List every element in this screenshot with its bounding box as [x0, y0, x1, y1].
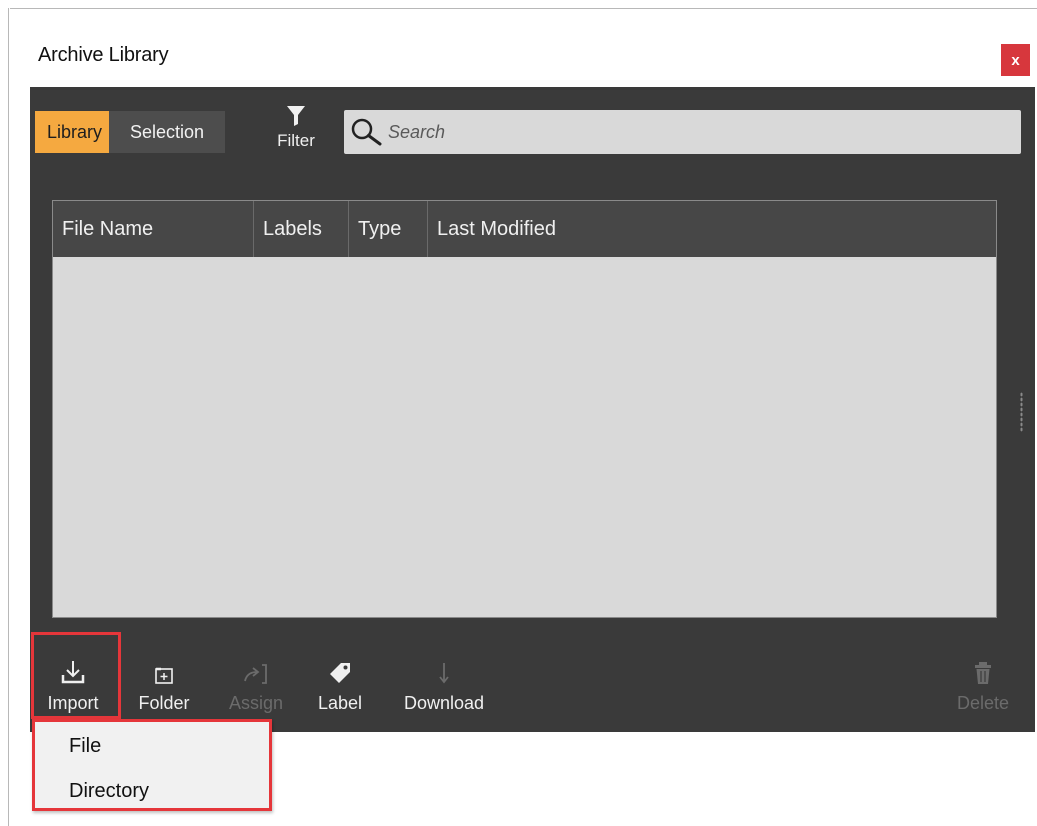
tab-library[interactable]: Library: [35, 111, 109, 153]
folder-label: Folder: [138, 693, 190, 713]
menu-item-file[interactable]: File: [69, 735, 101, 758]
archive-library-panel: Library Selection Filter File Name Label…: [30, 87, 1035, 732]
trash-icon: [975, 662, 991, 684]
window-border-top: [10, 8, 1037, 9]
download-label: Download: [403, 693, 485, 713]
search-icon: [351, 118, 382, 146]
table-header: File Name Labels Type Last Modified: [53, 201, 996, 257]
tab-selection[interactable]: Selection: [109, 111, 225, 153]
window-title: Archive Library: [38, 44, 169, 66]
view-tabs: Library Selection: [35, 111, 225, 153]
funnel-icon: [287, 106, 305, 126]
file-table: File Name Labels Type Last Modified: [52, 200, 997, 618]
label-label: Label: [317, 693, 363, 713]
menu-item-directory[interactable]: Directory: [69, 780, 149, 803]
column-header-last-modified[interactable]: Last Modified: [428, 201, 996, 257]
column-header-type[interactable]: Type: [349, 201, 428, 257]
search-box[interactable]: [344, 110, 1021, 154]
tag-icon: [330, 663, 350, 683]
close-button[interactable]: x: [1001, 44, 1030, 76]
column-header-labels[interactable]: Labels: [254, 201, 349, 257]
import-highlight-box: [31, 632, 121, 719]
assign-label: Assign: [228, 693, 284, 713]
folder-plus-icon: [155, 667, 173, 684]
arrow-down-icon: [439, 663, 449, 684]
assign-arrow-icon: [244, 664, 267, 684]
import-dropdown-menu: File Directory: [32, 719, 272, 811]
column-header-file-name[interactable]: File Name: [53, 201, 254, 257]
search-input[interactable]: [386, 120, 990, 144]
folder-button[interactable]: Folder: [130, 651, 198, 714]
label-button[interactable]: Label: [310, 651, 370, 714]
assign-button[interactable]: Assign: [221, 651, 291, 714]
window-border-left: [8, 8, 9, 826]
bottom-toolbar: Import Folder Assign Label Download Dele…: [30, 627, 1035, 727]
delete-button[interactable]: Delete: [943, 651, 1023, 714]
resize-handle[interactable]: [1020, 392, 1023, 432]
delete-label: Delete: [956, 693, 1010, 713]
filter-button[interactable]: Filter: [268, 101, 324, 151]
download-button[interactable]: Download: [392, 651, 496, 714]
filter-label: Filter: [277, 131, 315, 150]
